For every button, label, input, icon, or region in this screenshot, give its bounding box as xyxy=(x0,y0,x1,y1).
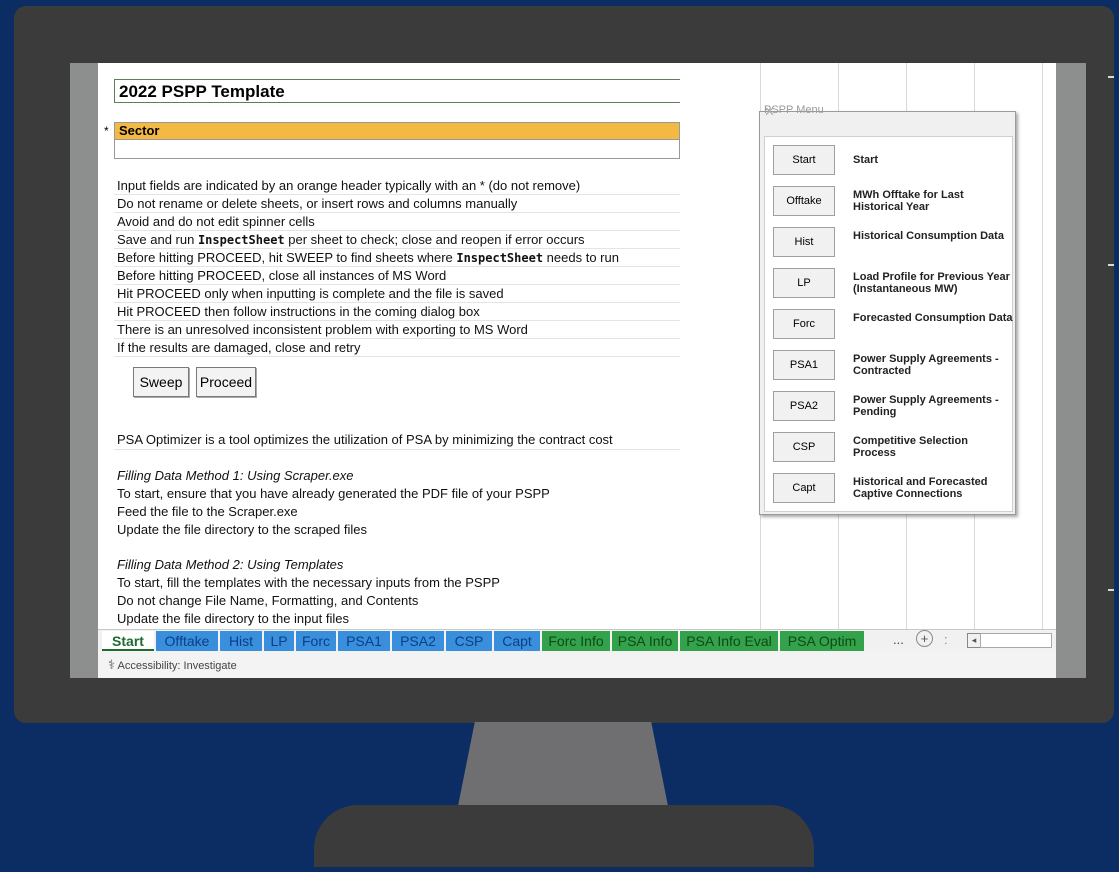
method1-line: To start, ensure that you have already g… xyxy=(117,486,550,501)
instruction-line: Before hitting PROCEED, close all instan… xyxy=(117,267,446,285)
instruction-text: Before hitting PROCEED, hit SWEEP to fin… xyxy=(117,250,457,265)
menu-label: Power Supply Agreements - Contracted xyxy=(853,353,999,377)
menu-button-start[interactable]: Start xyxy=(773,145,835,175)
proceed-button[interactable]: Proceed xyxy=(196,367,256,397)
sheet-tab-bar: ... + : ◂ Start Offtake Hist LP Forc PSA1 PSA2… xyxy=(98,629,1056,652)
instruction-line: Input fields are indicated by an orange … xyxy=(117,177,580,195)
monitor-bezel: 2022 PSPP Template * Sector Input fields… xyxy=(14,6,1114,723)
sector-input[interactable] xyxy=(114,140,680,159)
separator-handle[interactable]: : xyxy=(944,632,948,647)
method2-line: To start, fill the templates with the ne… xyxy=(117,575,500,590)
instruction-text: Input fields are indicated by an orange … xyxy=(117,178,581,193)
instruction-line: Hit PROCEED only when inputting is compl… xyxy=(117,285,504,303)
menu-button-lp[interactable]: LP xyxy=(773,268,835,298)
method2-line: Do not change File Name, Formatting, and… xyxy=(117,593,419,608)
method2-heading: Filling Data Method 2: Using Templates xyxy=(117,557,344,572)
menu-button-forc[interactable]: Forc xyxy=(773,309,835,339)
sheet-tab-capt[interactable]: Capt xyxy=(494,631,540,651)
sheet-tab-lp[interactable]: LP xyxy=(264,631,294,651)
menu-button-psa1[interactable]: PSA1 xyxy=(773,350,835,380)
instruction-text: Before hitting PROCEED, close all instan… xyxy=(117,268,447,283)
menu-label: Historical Consumption Data xyxy=(853,230,1004,242)
sheet-tab-start[interactable]: Start xyxy=(102,631,154,651)
monitor-stand-neck xyxy=(458,722,668,806)
bezel-tick xyxy=(1108,589,1114,591)
instruction-text: Save and run xyxy=(117,232,198,247)
menu-label: MWh Offtake for Last Historical Year xyxy=(853,189,964,213)
sheet-tab-psa-optim[interactable]: PSA Optim xyxy=(780,631,864,651)
bezel-tick xyxy=(1108,264,1114,266)
instruction-text: Avoid and do not edit spinner cells xyxy=(117,214,315,229)
required-marker: * xyxy=(104,124,109,138)
page-title[interactable]: 2022 PSPP Template xyxy=(114,79,680,103)
method2-line: Update the file directory to the input f… xyxy=(117,611,349,626)
status-bar: ⚕ Accessibility: Investigate xyxy=(98,651,1056,678)
bezel-tick xyxy=(1108,76,1114,78)
sheet-tab-psa1[interactable]: PSA1 xyxy=(338,631,390,651)
menu-label: Load Profile for Previous Year (Instanta… xyxy=(853,271,1010,295)
screen: 2022 PSPP Template * Sector Input fields… xyxy=(70,63,1086,678)
sheet-tab-offtake[interactable]: Offtake xyxy=(156,631,218,651)
menu-label: Competitive Selection Process xyxy=(853,435,968,459)
pspp-menu-dialog: PSPP Menu ✕ Start Start Offtake MWh Offtake… xyxy=(759,104,1016,515)
grid-line xyxy=(1042,63,1043,629)
menu-button-offtake[interactable]: Offtake xyxy=(773,186,835,216)
sheet-tab-forc[interactable]: Forc xyxy=(296,631,336,651)
menu-button-csp[interactable]: CSP xyxy=(773,432,835,462)
sheet-tab-psa-info[interactable]: PSA Info xyxy=(612,631,678,651)
dialog-title-bar: PSPP Menu ✕ xyxy=(760,104,1015,122)
instruction-line: Before hitting PROCEED, hit SWEEP to fin… xyxy=(117,249,619,267)
scroll-left-icon[interactable]: ◂ xyxy=(967,633,981,648)
row-line xyxy=(114,356,680,357)
macro-name: InspectSheet xyxy=(456,251,544,265)
sector-header: Sector xyxy=(114,122,680,140)
instruction-text: There is an unresolved inconsistent prob… xyxy=(117,322,528,337)
instruction-text: Hit PROCEED then follow instructions in … xyxy=(117,304,480,319)
add-sheet-icon[interactable]: + xyxy=(916,630,933,647)
accessibility-status[interactable]: Accessibility: Investigate xyxy=(118,660,237,672)
instruction-text: If the results are damaged, close and re… xyxy=(117,340,361,355)
method1-line: Update the file directory to the scraped… xyxy=(117,522,368,537)
monitor-stand-base xyxy=(314,805,814,867)
menu-panel: Start Start Offtake MWh Offtake for Last Hi… xyxy=(764,136,1013,512)
sheet-tab-forc-info[interactable]: Forc Info xyxy=(542,631,610,651)
menu-label: Power Supply Agreements - Pending xyxy=(853,394,999,418)
instruction-text: Do not rename or delete sheets, or inser… xyxy=(117,196,518,211)
instruction-line: Hit PROCEED then follow instructions in … xyxy=(117,303,480,321)
sweep-button[interactable]: Sweep xyxy=(133,367,189,397)
menu-label: Start xyxy=(853,154,879,166)
optimizer-note: PSA Optimizer is a tool optimizes the ut… xyxy=(117,432,613,447)
menu-button-hist[interactable]: Hist xyxy=(773,227,835,257)
close-icon[interactable]: ✕ xyxy=(764,104,1005,120)
instruction-line: If the results are damaged, close and re… xyxy=(117,339,361,357)
instruction-line: Save and run InspectSheet per sheet to c… xyxy=(117,231,585,249)
instruction-line: Do not rename or delete sheets, or inser… xyxy=(117,195,517,213)
row-line xyxy=(114,449,680,450)
sheet-tab-hist[interactable]: Hist xyxy=(220,631,262,651)
menu-label: Historical and Forecasted Captive Connec… xyxy=(853,476,988,500)
instruction-text: Hit PROCEED only when inputting is compl… xyxy=(117,286,504,301)
method1-heading: Filling Data Method 1: Using Scraper.exe xyxy=(117,468,354,483)
menu-button-psa2[interactable]: PSA2 xyxy=(773,391,835,421)
sheet-tab-csp[interactable]: CSP xyxy=(446,631,492,651)
instruction-text: needs to run xyxy=(543,250,619,265)
more-tabs-icon[interactable]: ... xyxy=(893,632,904,647)
instruction-text: per sheet to check; close and reopen if … xyxy=(284,232,585,247)
accessibility-icon: ⚕ xyxy=(108,657,116,672)
sheet-tab-psa-info-eval[interactable]: PSA Info Eval xyxy=(680,631,778,651)
menu-button-capt[interactable]: Capt xyxy=(773,473,835,503)
macro-name: InspectSheet xyxy=(197,233,285,247)
horizontal-scrollbar[interactable] xyxy=(980,633,1052,648)
instruction-line: There is an unresolved inconsistent prob… xyxy=(117,321,528,339)
worksheet: 2022 PSPP Template * Sector Input fields… xyxy=(98,63,1056,629)
sheet-tab-psa2[interactable]: PSA2 xyxy=(392,631,444,651)
method1-line: Feed the file to the Scraper.exe xyxy=(117,504,298,519)
menu-label: Forecasted Consumption Data xyxy=(853,312,1013,324)
instruction-line: Avoid and do not edit spinner cells xyxy=(117,213,315,231)
